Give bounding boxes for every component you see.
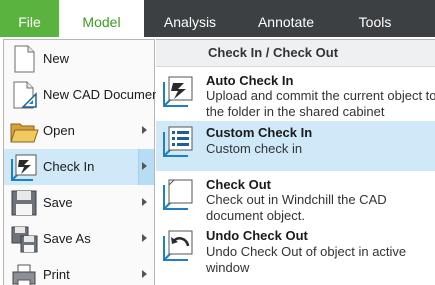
submenu-header: Check In / Check Out	[156, 40, 435, 67]
menu-item-print[interactable]: Print	[4, 257, 154, 285]
submenu-item-title: Custom Check In	[206, 125, 313, 140]
printer-icon	[9, 260, 39, 285]
folder-open-icon	[9, 116, 39, 146]
submenu-item-auto-check-in[interactable]: Auto Check In Upload and commit the curr…	[156, 68, 435, 120]
submenu-arrow-icon	[142, 126, 147, 134]
submenu-item-description: Check out in Windchill the CAD document …	[206, 192, 387, 223]
menu-item-label: Save As	[43, 231, 91, 246]
menu-item-save-as[interactable]: Save As	[4, 221, 154, 257]
menu-item-new[interactable]: New	[4, 41, 154, 77]
check-in-icon	[9, 152, 39, 182]
submenu-arrow-icon	[142, 198, 147, 206]
submenu-arrow-icon	[142, 234, 147, 242]
save-as-icon	[9, 224, 39, 254]
tab-file[interactable]: File	[0, 0, 59, 37]
tab-annotate[interactable]: Annotate	[236, 0, 336, 37]
file-menu: New New CAD Document Open Check In Save …	[3, 39, 163, 285]
auto-check-in-icon	[161, 74, 195, 108]
submenu-item-description: Upload and commit the current object to …	[206, 88, 435, 119]
submenu-item-custom-check-in[interactable]: Custom Check In Custom check in	[156, 121, 435, 171]
menu-item-label: New CAD Document	[43, 87, 163, 102]
submenu-item-description: Undo Check Out of object in active windo…	[206, 244, 407, 275]
floppy-disk-icon	[9, 188, 39, 218]
menu-item-open[interactable]: Open	[4, 113, 154, 149]
menu-item-new-cad-document[interactable]: New CAD Document	[4, 77, 163, 113]
menu-item-check-in[interactable]: Check In	[4, 149, 154, 185]
new-document-icon	[9, 44, 39, 74]
submenu-item-description: Custom check in	[206, 141, 303, 156]
check-out-icon	[161, 177, 195, 211]
menu-item-label: Check In	[43, 159, 95, 174]
tab-tools[interactable]: Tools	[336, 0, 414, 37]
submenu-arrow-icon	[142, 162, 147, 170]
menu-item-save[interactable]: Save	[4, 185, 154, 221]
submenu-item-check-out[interactable]: Check Out Check out in Windchill the CAD…	[156, 172, 435, 224]
undo-check-out-icon	[161, 228, 195, 262]
menu-item-label: Save	[43, 195, 73, 210]
submenu-item-undo-check-out[interactable]: Undo Check Out Undo Check Out of object …	[156, 225, 435, 275]
submenu-item-title: Undo Check Out	[206, 228, 308, 243]
submenu-item-title: Check Out	[206, 177, 272, 192]
check-in-submenu: Check In / Check Out Auto Check In Uploa…	[156, 39, 435, 285]
submenu-title: Check In / Check Out	[208, 45, 339, 60]
menu-item-label: Print	[43, 267, 70, 282]
menu-item-label: Open	[43, 123, 75, 138]
new-cad-document-icon	[9, 80, 39, 110]
tab-analysis[interactable]: Analysis	[144, 0, 236, 37]
submenu-item-title: Auto Check In	[206, 73, 294, 88]
tab-model[interactable]: Model	[59, 0, 144, 38]
custom-check-in-icon	[161, 124, 195, 158]
submenu-arrow-icon	[142, 270, 147, 278]
menu-item-label: New	[43, 51, 70, 66]
